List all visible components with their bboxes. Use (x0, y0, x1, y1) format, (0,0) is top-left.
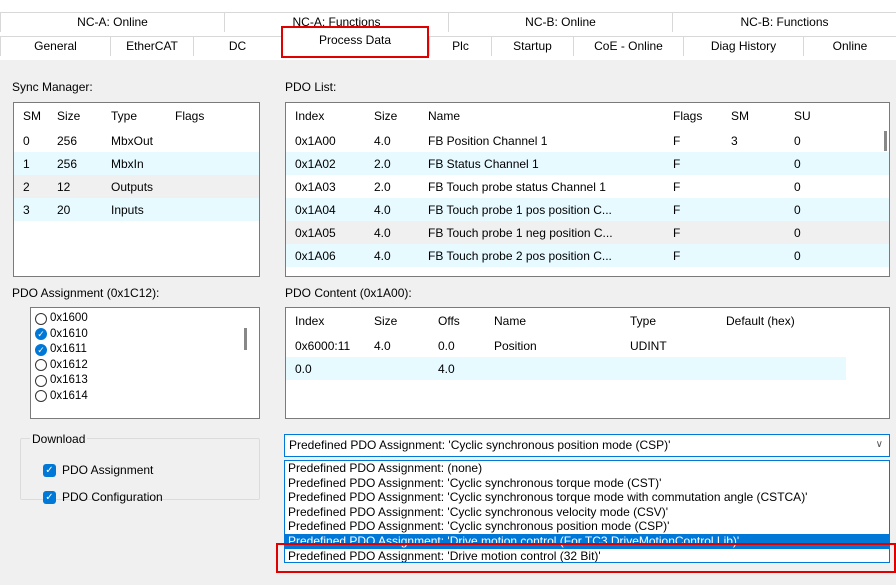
table-row[interactable]: 0x6000:11 4.0 0.0 Position UDINT (286, 334, 846, 357)
dropdown-option[interactable]: Predefined PDO Assignment: (none) (285, 461, 889, 476)
checkbox-icon[interactable] (35, 359, 47, 372)
column-header[interactable]: Index (286, 103, 365, 129)
download-pdo-configuration-checkbox[interactable]: ✓ PDO Configuration (43, 490, 163, 504)
column-header[interactable]: Type (621, 308, 717, 334)
table-row[interactable]: 0.0 4.0 (286, 357, 846, 380)
tab-plc[interactable]: Plc (429, 36, 491, 56)
pdo-list-table[interactable]: Index Size Name Flags SM SU 0x1A00 4.0 FB Posit… (285, 102, 890, 277)
table-row[interactable]: 1 256 MbxIn (14, 152, 259, 175)
checkbox-icon[interactable] (35, 312, 47, 325)
column-header[interactable]: Index (286, 308, 365, 334)
pdo-assignment-label: PDO Assignment (0x1C12): (12, 286, 160, 300)
pdo-assignment-item[interactable]: ✓ 0x1610 (31, 327, 259, 343)
pdo-list-label: PDO List: (285, 80, 337, 94)
table-row[interactable]: 0x1A02 2.0 FB Status Channel 1F0 (286, 152, 889, 175)
table-row[interactable]: 0x1A04 4.0 FB Touch probe 1 pos position C… (286, 198, 889, 221)
table-row[interactable]: 0x1A06 4.0 FB Touch probe 2 pos position C… (286, 244, 889, 267)
predefined-pdo-dropdown-list[interactable]: Predefined PDO Assignment: (none) Predef… (284, 460, 890, 563)
table-row[interactable]: 2 12 Outputs (14, 175, 259, 198)
tab-coe-online[interactable]: CoE - Online (573, 36, 683, 56)
table-row[interactable]: 0x1A03 2.0 FB Touch probe status Channel 1… (286, 175, 889, 198)
pdo-assignment-item[interactable]: 0x1613 (31, 373, 259, 389)
pdo-assignment-item[interactable]: ✓ 0x1611 (31, 342, 259, 358)
tab-general[interactable]: General (0, 36, 110, 56)
column-header[interactable]: Offs (429, 308, 485, 334)
column-header[interactable]: Flags (664, 103, 722, 129)
column-header[interactable]: Size (365, 103, 419, 129)
column-header[interactable]: SM (722, 103, 785, 129)
table-row[interactable]: 3 20 Inputs (14, 198, 259, 221)
pdo-assignment-scrollbar[interactable] (244, 328, 247, 350)
tab-ethercat[interactable]: EtherCAT (110, 36, 193, 56)
tab-nc-b-functions[interactable]: NC-B: Functions (672, 12, 896, 32)
check-icon[interactable]: ✓ (43, 490, 56, 504)
dropdown-option-highlighted[interactable]: Predefined PDO Assignment: 'Drive motion… (285, 533, 889, 549)
tab-online[interactable]: Online (803, 36, 896, 56)
check-icon[interactable]: ✓ (35, 343, 47, 356)
dropdown-option[interactable]: Predefined PDO Assignment: 'Cyclic synch… (285, 505, 889, 520)
dropdown-option[interactable]: Predefined PDO Assignment: 'Cyclic synch… (285, 476, 889, 491)
column-header[interactable]: Type (102, 103, 166, 129)
process-data-panel: Sync Manager: SM Size Type Flags 0 256 MbxOut… (0, 60, 896, 585)
column-header[interactable]: SU (785, 103, 889, 129)
column-header[interactable]: Size (365, 308, 429, 334)
table-row[interactable]: 0x1A00 4.0 FB Position Channel 1F30 (286, 129, 889, 152)
tab-dc[interactable]: DC (193, 36, 281, 56)
pdo-assignment-item[interactable]: 0x1600 (31, 311, 259, 327)
tab-nc-b-online[interactable]: NC-B: Online (448, 12, 672, 32)
pdo-content-table[interactable]: Index Size Offs Name Type Default (hex) 0x600… (285, 307, 890, 419)
column-header[interactable]: Flags (166, 103, 259, 129)
pdo-list-scrollbar[interactable] (884, 131, 887, 151)
tab-bar-row2: General EtherCAT DC Process Data Plc Sta… (0, 26, 896, 58)
predefined-selected-value: Predefined PDO Assignment: 'Cyclic synch… (289, 438, 671, 452)
check-icon[interactable]: ✓ (35, 328, 47, 341)
pdo-assignment-list[interactable]: 0x1600 ✓ 0x1610 ✓ 0x1611 0x1612 0x1613 0x1… (30, 307, 260, 419)
tab-bar-row1: NC-A: Online NC-A: Functions NC-B: Onlin… (0, 12, 896, 32)
dropdown-option[interactable]: Predefined PDO Assignment: 'Cyclic synch… (285, 519, 889, 534)
column-header[interactable]: Name (419, 103, 664, 129)
chevron-down-icon[interactable]: ∨ (876, 435, 883, 455)
column-header[interactable]: SM (14, 103, 48, 129)
dropdown-option[interactable]: Predefined PDO Assignment: 'Drive motion… (285, 549, 889, 562)
dropdown-option[interactable]: Predefined PDO Assignment: 'Cyclic synch… (285, 490, 889, 505)
predefined-pdo-assignment-select[interactable]: Predefined PDO Assignment: 'Cyclic synch… (284, 434, 890, 457)
column-header[interactable]: Default (hex) (717, 308, 846, 334)
tab-diag-history[interactable]: Diag History (683, 36, 803, 56)
download-group-label: Download (30, 432, 88, 446)
check-icon[interactable]: ✓ (43, 463, 56, 477)
tab-process-data[interactable]: Process Data (281, 26, 429, 58)
pdo-assignment-item[interactable]: 0x1614 (31, 389, 259, 405)
tab-nc-a-online[interactable]: NC-A: Online (0, 12, 224, 32)
download-pdo-assignment-checkbox[interactable]: ✓ PDO Assignment (43, 463, 153, 477)
checkbox-icon[interactable] (35, 374, 47, 387)
pdo-assignment-item[interactable]: 0x1612 (31, 358, 259, 374)
table-row[interactable]: 0x1A05 4.0 FB Touch probe 1 neg position C… (286, 221, 889, 244)
column-header[interactable]: Name (485, 308, 621, 334)
pdo-content-label: PDO Content (0x1A00): (285, 286, 412, 300)
column-header[interactable]: Size (48, 103, 102, 129)
checkbox-icon[interactable] (35, 390, 47, 403)
sync-manager-table[interactable]: SM Size Type Flags 0 256 MbxOut 1 256 MbxIn 2 12… (13, 102, 260, 277)
sync-manager-label: Sync Manager: (12, 80, 93, 94)
table-row[interactable]: 0 256 MbxOut (14, 129, 259, 152)
tab-startup[interactable]: Startup (491, 36, 573, 56)
